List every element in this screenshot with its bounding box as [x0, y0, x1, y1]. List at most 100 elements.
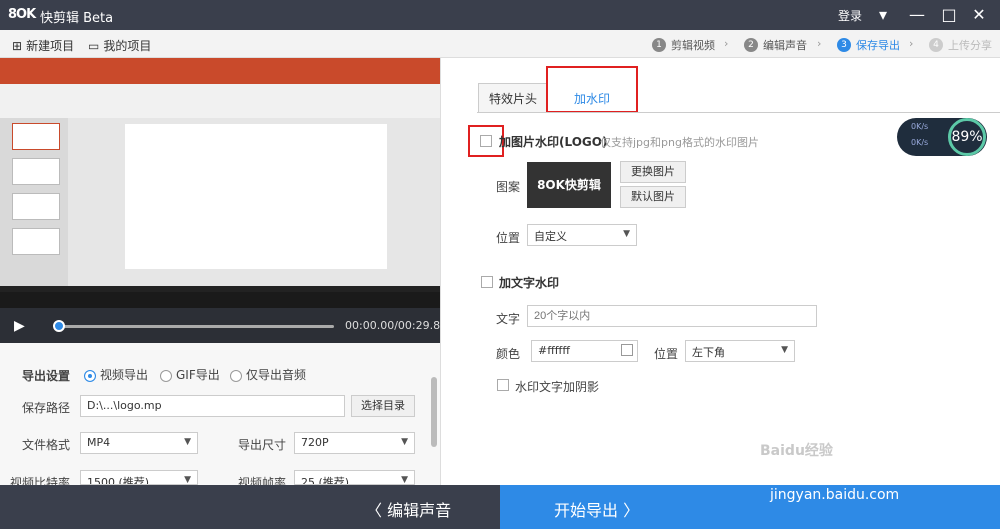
- text-watermark-input[interactable]: [527, 305, 817, 327]
- dropdown-arrow-icon: ▼: [184, 437, 191, 447]
- bitrate-select[interactable]: 1500 (推荐) ▼: [80, 470, 198, 485]
- dropdown-arrow-icon: ▼: [401, 437, 408, 447]
- color-input[interactable]: #ffffff: [531, 340, 638, 362]
- save-path-label: 保存路径: [22, 401, 71, 415]
- slide-thumb: [12, 228, 60, 255]
- login-link[interactable]: 登录: [838, 7, 862, 24]
- menu-icon[interactable]: ▾: [872, 4, 894, 26]
- ppt-slide-canvas: [125, 124, 387, 269]
- close-icon[interactable]: ✕: [968, 4, 990, 26]
- play-icon[interactable]: ▶: [14, 318, 25, 334]
- image-watermark-hint: 仅支持jpg和png格式的水印图片: [600, 136, 759, 149]
- tab-watermark[interactable]: 加水印: [546, 66, 638, 113]
- step-save-export[interactable]: 3 保存导出: [837, 37, 900, 53]
- player-controls: ▶ 00:00.00/00:29.88: [0, 308, 447, 343]
- upload-speed: 0K/s: [911, 122, 929, 131]
- app-title: 快剪辑 Beta: [40, 11, 114, 26]
- folder-icon: ▭: [88, 38, 100, 53]
- slide-thumb: [12, 158, 60, 185]
- step-label: 剪辑视频: [671, 39, 715, 52]
- text-shadow-checkbox[interactable]: [497, 379, 509, 391]
- dropdown-arrow-icon: ▼: [623, 229, 630, 239]
- step-number: 3: [837, 38, 851, 52]
- step-number: 1: [652, 38, 666, 52]
- size-select[interactable]: 720P ▼: [294, 432, 415, 454]
- image-watermark-label: 加图片水印(LOGO): [499, 135, 608, 149]
- step-label: 编辑声音: [763, 39, 807, 52]
- logo-preview-image: 8OK快剪辑: [527, 162, 611, 208]
- text-watermark-checkbox[interactable]: [481, 276, 493, 288]
- new-project-label: 新建项目: [26, 39, 75, 53]
- image-position-label: 位置: [496, 231, 521, 245]
- ppt-thumbnails: [0, 118, 68, 286]
- mode-gif-radio[interactable]: GIF导出: [160, 366, 220, 383]
- mode-label: 视频导出: [100, 368, 149, 382]
- mode-label: GIF导出: [176, 368, 220, 382]
- text-label: 文字: [496, 312, 521, 326]
- chevron-right-icon: ›: [909, 37, 914, 50]
- windows-taskbar: [0, 292, 440, 308]
- start-export-button[interactable]: 开始导出 〉: [500, 485, 1000, 529]
- step-label: 上传分享: [948, 39, 992, 52]
- save-path-input[interactable]: D:\...\logo.mp: [80, 395, 345, 417]
- fps-select[interactable]: 25 (推荐) ▼: [294, 470, 415, 485]
- minimize-icon[interactable]: —: [906, 4, 928, 26]
- text-position-value: 左下角: [692, 346, 725, 359]
- tab-effects-intro[interactable]: 特效片头: [478, 83, 548, 113]
- plus-square-icon: ⊞: [12, 38, 23, 53]
- default-image-button[interactable]: 默认图片: [620, 186, 686, 208]
- tab-divider: [477, 112, 1000, 113]
- size-value: 720P: [301, 436, 329, 449]
- color-swatch[interactable]: [621, 344, 633, 356]
- step-number: 2: [744, 38, 758, 52]
- progress-track[interactable]: [58, 325, 334, 328]
- choose-dir-button[interactable]: 选择目录: [351, 395, 415, 417]
- radio-icon: [84, 369, 96, 382]
- settings-scrollbar[interactable]: [431, 377, 437, 447]
- ppt-titlebar: [0, 58, 440, 74]
- image-position-select[interactable]: 自定义 ▼: [527, 224, 637, 246]
- back-edit-audio-button[interactable]: 〈 编辑声音: [0, 485, 500, 529]
- color-value: #ffffff: [538, 344, 570, 357]
- step-upload-share: 4 上传分享: [929, 37, 992, 53]
- radio-icon: [160, 369, 172, 382]
- toolbar: ⊞ 新建项目 ▭ 我的项目 1 剪辑视频 › 2 编辑声音 › 3 保存导出 › 4上…: [0, 30, 1000, 58]
- color-label: 颜色: [496, 347, 521, 361]
- memory-percent-ring: 89%: [948, 118, 986, 156]
- my-projects-label: 我的项目: [103, 39, 152, 53]
- format-select[interactable]: MP4 ▼: [80, 432, 198, 454]
- image-watermark-checkbox[interactable]: [480, 135, 492, 147]
- format-label: 文件格式: [22, 438, 71, 452]
- dropdown-arrow-icon: ▼: [401, 475, 408, 485]
- size-label: 导出尺寸: [238, 438, 287, 452]
- mode-audio-radio[interactable]: 仅导出音频: [230, 366, 306, 383]
- maximize-icon[interactable]: □: [938, 4, 960, 26]
- dropdown-arrow-icon: ▼: [184, 475, 191, 485]
- baidu-watermark: Baidu经验: [760, 443, 833, 459]
- my-projects-button[interactable]: ▭ 我的项目: [88, 37, 151, 54]
- change-image-button[interactable]: 更换图片: [620, 161, 686, 183]
- start-export-label: 开始导出 〉: [554, 501, 640, 520]
- text-watermark-label: 加文字水印: [499, 276, 560, 290]
- back-label: 〈 编辑声音: [366, 501, 452, 520]
- format-value: MP4: [87, 436, 111, 449]
- slide-thumb: [12, 193, 60, 220]
- step-edit-video[interactable]: 1 剪辑视频: [652, 37, 715, 53]
- mode-video-radio[interactable]: 视频导出: [84, 366, 148, 383]
- text-position-label: 位置: [654, 347, 679, 361]
- export-settings: 导出设置 视频导出 GIF导出 仅导出音频 保存路径 D:\...\logo.m…: [0, 343, 440, 490]
- app-logo: 8OK: [8, 7, 36, 22]
- text-shadow-label: 水印文字加阴影: [515, 380, 600, 394]
- step-number: 4: [929, 38, 943, 52]
- progress-handle[interactable]: [53, 320, 65, 332]
- image-position-value: 自定义: [534, 230, 567, 243]
- step-edit-audio[interactable]: 2 编辑声音: [744, 37, 807, 53]
- mode-label: 仅导出音频: [246, 368, 307, 382]
- ppt-tabs: [0, 74, 440, 84]
- baidu-watermark-url: jingyan.baidu.com: [770, 487, 900, 503]
- timecode: 00:00.00/00:29.88: [345, 319, 448, 332]
- fps-value: 25 (推荐): [301, 476, 350, 485]
- text-position-select[interactable]: 左下角 ▼: [685, 340, 795, 362]
- video-preview: [0, 58, 440, 308]
- new-project-button[interactable]: ⊞ 新建项目: [12, 37, 74, 54]
